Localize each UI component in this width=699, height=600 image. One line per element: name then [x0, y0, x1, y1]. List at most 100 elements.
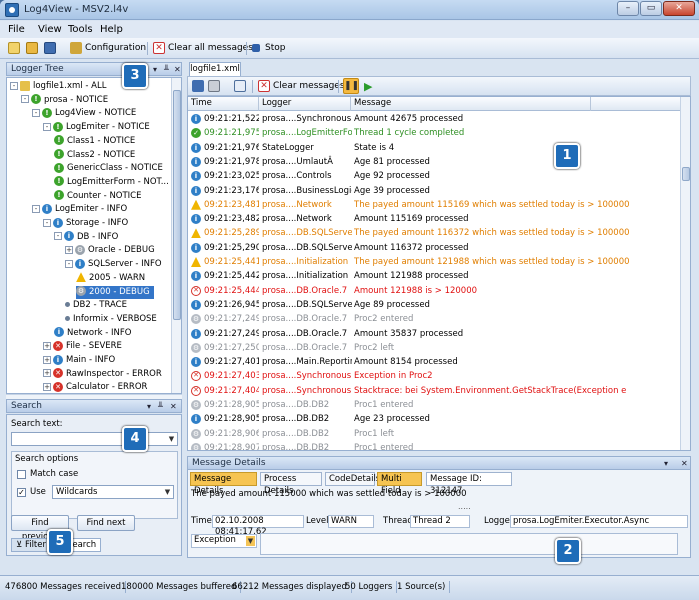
collapse-icon[interactable]: - — [21, 95, 29, 104]
minimize-button[interactable]: – — [617, 1, 639, 16]
table-row[interactable]: ⚙ 09:21:27,250 prosa....DB.Oracle.7 Proc2 l… — [188, 341, 680, 355]
collapse-icon[interactable]: - — [43, 218, 51, 227]
column-time[interactable]: Time — [188, 97, 259, 111]
table-row[interactable]: ⚙ 09:21:28,906 prosa....DB.DB2 Proc1 left — [188, 427, 680, 441]
table-row[interactable]: 09:21:23,481 prosa....Network The payed am… — [188, 198, 680, 212]
tree-node[interactable]: - i DB - INFO — [54, 231, 118, 244]
configuration-button[interactable]: Configuration — [70, 41, 146, 56]
tab-message-details[interactable]: Message Details — [190, 472, 257, 496]
expand-icon[interactable]: + — [43, 369, 51, 378]
dropdown-icon[interactable]: ▾ — [147, 401, 151, 413]
expand-icon[interactable]: + — [43, 382, 51, 391]
clear-messages-button[interactable]: ✕ Clear messages — [258, 79, 345, 94]
exception-select[interactable]: Exception ▼ — [191, 534, 257, 548]
tree-scrollbar[interactable] — [171, 78, 181, 393]
menu-tools[interactable]: Tools — [68, 24, 93, 35]
table-row[interactable]: ⚙ 09:21:28,905 prosa....DB.DB2 Proc1 entere… — [188, 398, 680, 412]
table-row[interactable]: ⚙ 09:21:28,907 prosa....DB.DB2 Proc1 entere… — [188, 441, 680, 450]
tree-node[interactable]: + ⚙ Oracle - DEBUG — [65, 244, 155, 257]
table-row[interactable]: ⚙ 09:21:27,249 prosa....DB.Oracle.7 Proc2 e… — [188, 312, 680, 326]
expand-icon[interactable]: + — [43, 341, 51, 350]
collapse-icon[interactable]: - — [54, 232, 62, 241]
print-icon[interactable] — [208, 79, 220, 94]
copy-icon[interactable] — [234, 79, 246, 94]
exception-text-area[interactable] — [260, 533, 678, 555]
table-row[interactable]: i 09:21:21,522 prosa....Synchronous Amount … — [188, 112, 680, 126]
clear-all-button[interactable]: ✕ Clear all messages — [153, 41, 253, 56]
new-icon[interactable] — [8, 41, 20, 56]
tree-node[interactable]: i Network - INFO — [54, 327, 131, 340]
tree-node[interactable]: + i Main - INFO — [43, 354, 115, 367]
table-row[interactable]: i 09:21:26,945 prosa....DB.SQLServer Age 89… — [188, 298, 680, 312]
log-grid[interactable]: Time Logger Message i 09:21:21,522 prosa..… — [187, 96, 691, 451]
table-row[interactable]: i 09:21:23,176 prosa....BusinessLogic Age 3… — [188, 184, 680, 198]
tree-node[interactable]: -! LogEmiter - NOTICE — [43, 121, 150, 134]
collapse-icon[interactable]: - — [32, 204, 40, 213]
tree-node[interactable]: ! LogEmitterForm - NOT... — [54, 176, 169, 189]
use-mode-select[interactable]: Wildcards ▼ — [52, 485, 174, 499]
tab-process-details[interactable]: Process Details — [260, 472, 322, 496]
tab-filter[interactable]: ⊻ Filter — [11, 538, 51, 552]
column-message[interactable]: Message — [351, 97, 591, 111]
tab-logfile[interactable]: logfile1.xml — [189, 62, 241, 76]
table-row[interactable]: i 09:21:28,905 prosa....DB.DB2 Age 23 proce… — [188, 412, 680, 426]
tree-node[interactable]: ⚙ 2000 - DEBUG — [76, 285, 154, 299]
menu-file[interactable]: File — [8, 24, 25, 35]
table-row[interactable]: ✓09:21:21,975prosa....LogEmitterFormThre… — [188, 126, 680, 140]
grid-scroll-thumb[interactable] — [682, 167, 690, 181]
tree-node[interactable]: -! Log4View - NOTICE — [32, 107, 136, 120]
tree-scroll-thumb[interactable] — [173, 90, 181, 320]
menu-help[interactable]: Help — [100, 24, 123, 35]
tree-node[interactable]: ! Counter - NOTICE — [54, 190, 142, 203]
tree-node[interactable]: - logfile1.xml - ALL — [10, 80, 106, 93]
table-row[interactable]: 09:21:25,289 prosa....DB.SQLServer The pay… — [188, 226, 680, 240]
save-icon[interactable] — [44, 41, 56, 56]
tree-node[interactable]: DB2 - TRACE — [65, 299, 127, 312]
table-row[interactable]: i 09:21:25,290 prosa....DB.SQLServer Amount… — [188, 241, 680, 255]
chevron-down-icon[interactable]: ▼ — [163, 487, 172, 497]
table-row[interactable]: i 09:21:27,249 prosa....DB.Oracle.7 Amount … — [188, 327, 680, 341]
tab-multi-field[interactable]: Multi Field — [377, 472, 422, 496]
logger-tree[interactable]: - logfile1.xml - ALL -! prosa - NOTICE -! Log… — [6, 77, 182, 394]
menu-view[interactable]: View — [38, 24, 62, 35]
auto-hide-icon[interactable]: ╨ — [158, 401, 163, 413]
save-icon[interactable] — [192, 79, 204, 94]
table-row[interactable]: i 09:21:27,401 prosa....Main.Reporting Amou… — [188, 355, 680, 369]
panel-close-icon[interactable]: ✕ — [170, 401, 177, 413]
tab-code-details[interactable]: CodeDetails — [325, 472, 380, 486]
collapse-icon[interactable]: - — [32, 108, 40, 117]
collapse-icon[interactable]: - — [65, 259, 73, 268]
panel-close-icon[interactable]: ✕ — [174, 64, 181, 76]
table-row[interactable]: ✕ 09:21:27,403 prosa....Synchronous Excepti… — [188, 369, 680, 383]
use-checkbox[interactable]: ✓ — [17, 488, 26, 497]
tree-node[interactable]: Informix - VERBOSE — [65, 313, 157, 326]
table-row[interactable]: i 09:21:23,025 prosa....Controls Age 92 pro… — [188, 169, 680, 183]
tree-node[interactable]: - i SQLServer - INFO — [65, 258, 162, 271]
table-row[interactable]: ✕ 09:21:27,404 prosa....Synchronous Stacktr… — [188, 384, 680, 398]
close-button[interactable]: ✕ — [663, 1, 695, 16]
tree-node[interactable]: - i Storage - INFO — [43, 217, 128, 230]
table-row[interactable]: i 09:21:25,442 prosa....Initialization Amou… — [188, 269, 680, 283]
match-case-checkbox[interactable] — [17, 470, 26, 479]
tree-node[interactable]: + ✕ Calculator - ERROR — [43, 381, 147, 393]
table-row[interactable]: i 09:21:21,978 prosa....UmlautÂ Age 81 proc… — [188, 155, 680, 169]
tree-node[interactable]: -! prosa - NOTICE — [21, 94, 108, 107]
column-logger[interactable]: Logger — [259, 97, 351, 111]
search-text-input[interactable]: ▼ — [11, 432, 178, 446]
collapse-icon[interactable]: - — [43, 122, 51, 131]
tree-node[interactable]: 2005 - WARN — [76, 272, 145, 285]
expand-icon[interactable]: + — [43, 355, 51, 364]
grid-scrollbar[interactable] — [680, 97, 690, 450]
pin-icon[interactable]: ▾ — [153, 64, 157, 76]
table-row[interactable]: 09:21:25,441 prosa....Initialization The p… — [188, 255, 680, 269]
play-icon[interactable]: ▶ — [364, 79, 372, 94]
tree-node[interactable]: + ✕ File - SEVERE — [43, 340, 122, 353]
maximize-button[interactable]: ▭ — [640, 1, 662, 16]
pause-icon[interactable]: ❚❚ — [343, 78, 359, 94]
tree-node[interactable]: ! GenericClass - NOTICE — [54, 162, 163, 175]
table-row[interactable]: ✕ 09:21:25,444 prosa....DB.Oracle.7 Amount … — [188, 284, 680, 298]
expand-icon[interactable]: + — [65, 245, 73, 254]
tree-node[interactable]: ! Class2 - NOTICE — [54, 149, 135, 162]
splitter-grip-icon[interactable]: ..... — [458, 502, 471, 511]
table-row[interactable]: i 09:21:21,976 StateLogger State is 4 — [188, 141, 680, 155]
